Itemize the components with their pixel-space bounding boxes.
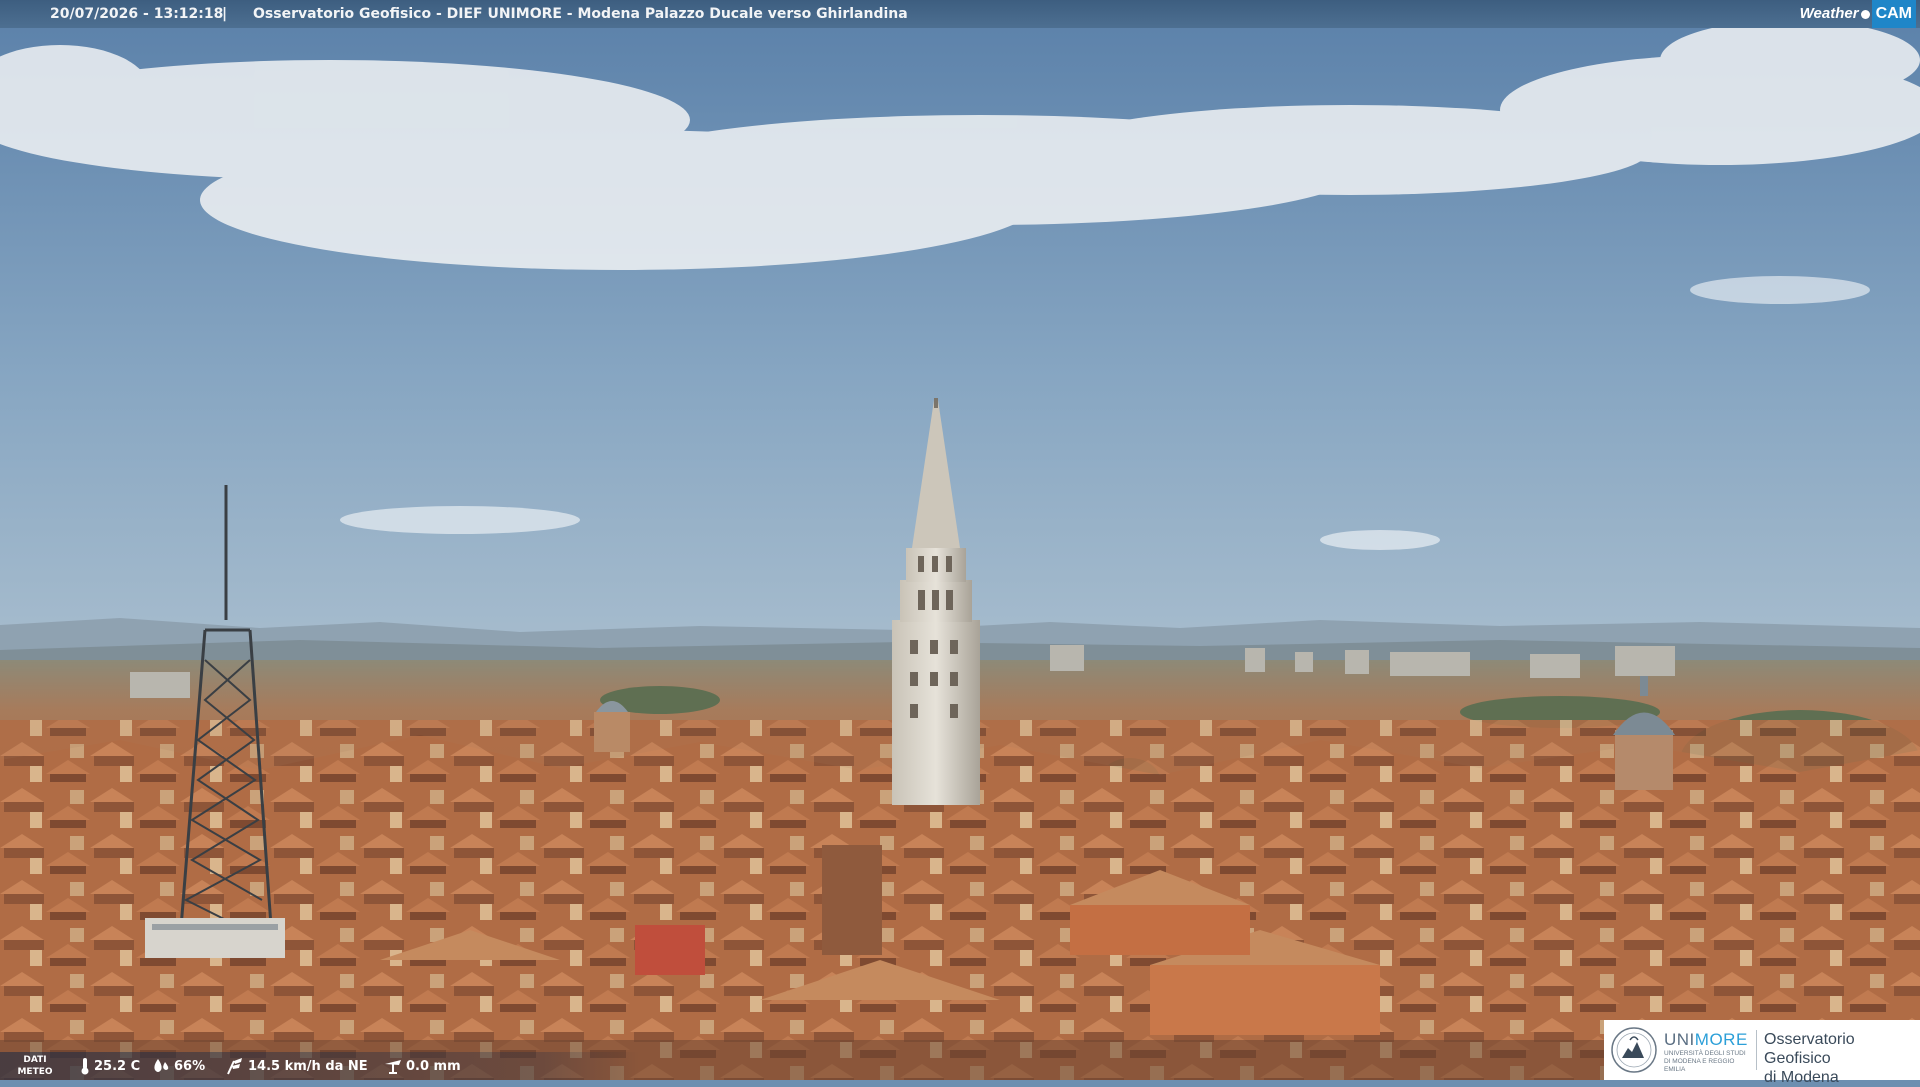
temperature-readout: 25.2 C [80,1052,140,1080]
wind-value: 14.5 km/h da NE [248,1058,368,1074]
timestamp: 20/07/2026 - 13:12:18 [50,6,224,22]
meteo-label: DATI METEO [12,1054,58,1078]
sun-dot-icon [1860,9,1870,19]
rain-gauge-icon [384,1058,402,1074]
wind-icon [224,1057,244,1075]
humidity-value: 66% [174,1058,206,1074]
unimore-logo-panel: UNIMORE UNIVERSITÀ DEGLI STUDI DI MODENA… [1604,1020,1920,1086]
university-name: UNIVERSITÀ DEGLI STUDI DI MODENA E REGGI… [1664,1050,1746,1073]
meteo-label-line1: DATI [23,1055,47,1065]
weathercam-logo: Weather CAM [1799,0,1916,28]
observatory-name-line2: di Modena [1764,1069,1839,1086]
unimore-wordmark-more: MORE [1694,1030,1748,1049]
rain-value: 0.0 mm [406,1058,461,1074]
camera-title: Osservatorio Geofisico - DIEF UNIMORE - … [253,6,908,22]
wind-readout: 14.5 km/h da NE [224,1052,368,1080]
thermometer-icon [80,1057,90,1075]
webcam-scene [0,0,1920,1080]
unimore-wordmark: UNIMORE [1664,1030,1748,1050]
university-seal-icon [1611,1027,1657,1073]
logo-divider [1756,1030,1757,1070]
humidity-drop-icon [152,1058,170,1074]
weathercam-logo-weather: Weather [1799,5,1859,22]
observatory-name-line1: Osservatorio Geofisico [1764,1031,1855,1067]
title-separator: | [222,6,228,22]
temperature-value: 25.2 C [94,1058,141,1074]
weathercam-logo-cam: CAM [1871,0,1916,28]
rain-readout: 0.0 mm [384,1052,461,1080]
top-status-bar: 20/07/2026 - 13:12:18 | Osservatorio Geo… [0,0,1920,28]
observatory-name: Osservatorio Geofisico di Modena [1764,1030,1920,1087]
meteo-data-bar: DATI METEO 25.2 C 66% 14.5 km/h da NE 0.… [0,1052,640,1080]
meteo-label-line2: METEO [17,1067,53,1077]
humidity-readout: 66% [152,1052,205,1080]
unimore-wordmark-uni: UNI [1664,1030,1695,1049]
